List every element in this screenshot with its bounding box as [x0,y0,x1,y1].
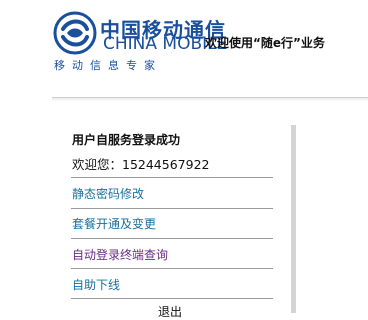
divider [71,268,273,269]
china-mobile-logo-icon [53,11,97,55]
brand-slogan: 移动信息专家 [54,59,162,72]
menu-item-plan-change[interactable]: 套餐开通及变更 [72,215,156,232]
header-divider-line [52,97,368,98]
divider [71,238,273,239]
scrollbar[interactable] [291,125,296,313]
page-title: 欢迎使用“随e行”业务 [205,36,325,50]
divider [71,298,273,299]
divider [71,208,273,209]
menu-item-change-password[interactable]: 静态密码修改 [72,185,144,202]
logout-button[interactable]: 退出 [158,303,182,320]
header: 中国移动通信 CHINA MOBILE 欢迎使用“随e行”业务 移动信息专家 [0,0,368,82]
self-service-panel: 用户自服务登录成功 欢迎您：15244567922 静态密码修改 套餐开通及变更… [62,122,294,319]
welcome-text: 欢迎您：15244567922 [72,157,210,172]
menu-item-auto-login-query[interactable]: 自动登录终端查询 [72,246,168,263]
divider [71,177,273,178]
menu-item-self-logout[interactable]: 自助下线 [72,276,120,293]
panel-title: 用户自服务登录成功 [72,133,181,147]
